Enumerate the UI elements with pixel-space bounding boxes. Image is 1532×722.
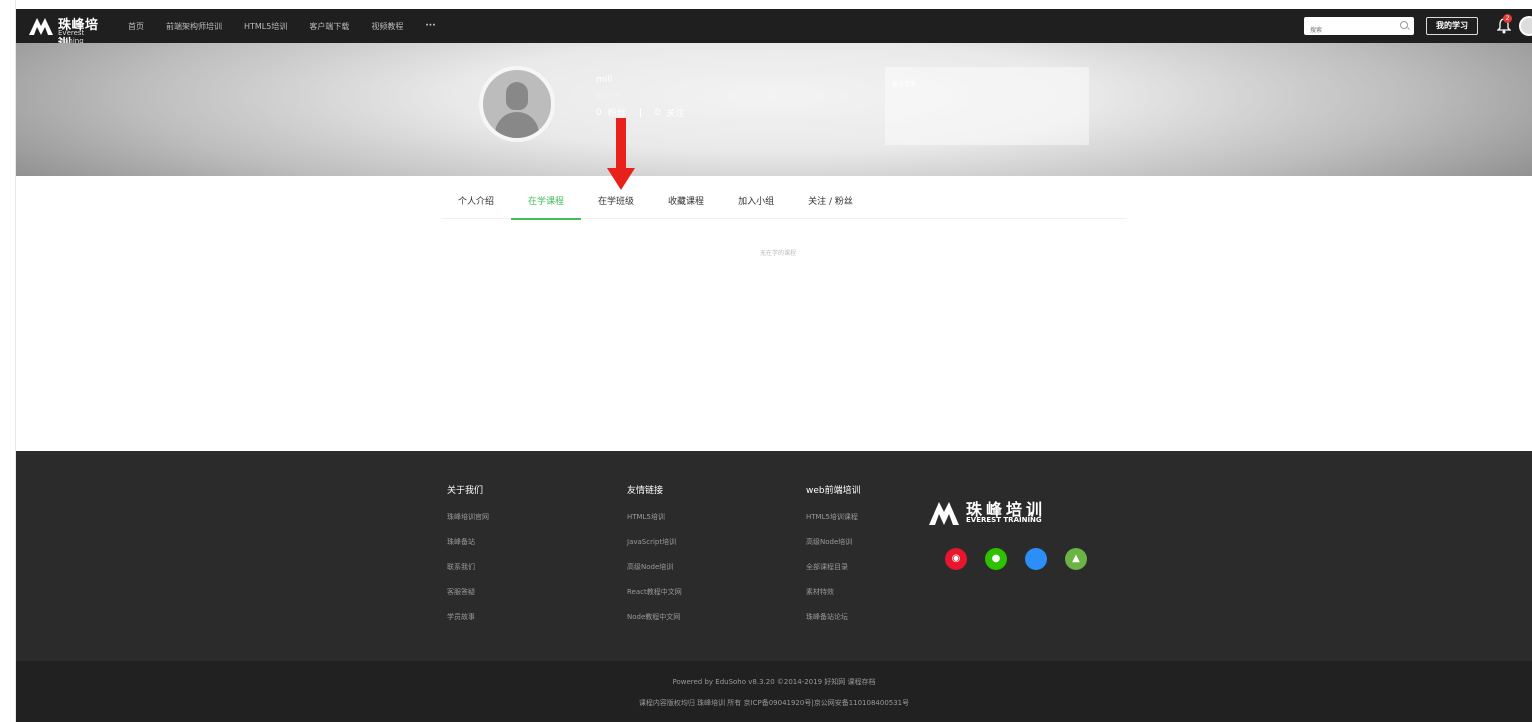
- footer-link[interactable]: 全部课程目录: [806, 562, 861, 587]
- site-logo[interactable]: 珠峰培训 Everest Traning: [28, 12, 108, 52]
- search-input[interactable]: [1304, 21, 1394, 40]
- footer-link[interactable]: HTML5培训课程: [806, 512, 861, 537]
- footer-column-about: 关于我们 珠峰培训官网 珠峰备站 联系我们 客服答疑 学员故事: [447, 483, 489, 637]
- copyright-text: 课程内容版权均归 珠峰培训 所有 京ICP备09041920号|京公网安备110…: [638, 699, 910, 707]
- footer-column-title: 关于我们: [447, 486, 484, 496]
- footer-link[interactable]: 学员故事: [447, 612, 489, 637]
- signature-box: 暂无签名: [885, 67, 1089, 145]
- nav-link-architect[interactable]: 前端架构师培训: [166, 21, 222, 32]
- footer-column-web: web前端培训 HTML5培训课程 高级Node培训 全部课程目录 素材特效 珠…: [806, 483, 861, 637]
- mountain-logo-icon: [29, 18, 53, 35]
- footer-link[interactable]: 珠峰备站论坛: [806, 612, 861, 637]
- footer-link[interactable]: 珠峰培训官网: [447, 512, 489, 537]
- nav-link-home[interactable]: 首页: [128, 21, 144, 32]
- footer-link[interactable]: 客服答疑: [447, 587, 489, 612]
- nav-link-html5[interactable]: HTML5培训: [244, 21, 287, 32]
- nav-more-button[interactable]: ···: [425, 21, 435, 31]
- follow-label[interactable]: 关注: [666, 106, 684, 119]
- footer-link[interactable]: HTML5培训: [627, 512, 682, 537]
- nav-link-client-download[interactable]: 客户端下载: [309, 21, 349, 32]
- wechat-icon[interactable]: ●: [985, 548, 1007, 570]
- notification-badge: 2: [1503, 14, 1512, 23]
- profile-title: 暂无头衔: [596, 92, 621, 99]
- mountain-logo-icon: [929, 502, 959, 525]
- weibo-icon[interactable]: ◉: [945, 548, 967, 570]
- nav-links: 首页 前端架构师培训 HTML5培训 客户端下载 视频教程 ···: [128, 9, 436, 43]
- footer-link[interactable]: Node教程中文网: [627, 612, 682, 637]
- my-study-button[interactable]: 我的学习: [1426, 17, 1478, 35]
- powered-by-text: Powered by EduSoho v8.3.20 ©2014-2019 好知…: [672, 678, 876, 686]
- footer-link[interactable]: 珠峰备站: [447, 537, 489, 562]
- footer-logo-en: EVEREST TRAINING: [966, 516, 1042, 524]
- profile-username: mili: [596, 75, 613, 85]
- tab-intro[interactable]: 个人介绍: [441, 189, 511, 219]
- search-icon[interactable]: [1400, 21, 1408, 29]
- follow-count: 0: [654, 107, 661, 118]
- apple-icon[interactable]: [1025, 548, 1047, 570]
- footer-link[interactable]: 素材特效: [806, 587, 861, 612]
- red-arrow-annotation-icon: [607, 118, 635, 190]
- profile-avatar: [479, 66, 555, 142]
- tab-learning-courses[interactable]: 在学课程: [511, 189, 582, 220]
- avatar-head-icon: [506, 82, 528, 110]
- stats-divider: [639, 107, 641, 118]
- avatar-body-icon: [495, 112, 539, 138]
- tab-follow-fans[interactable]: 关注 / 粉丝: [791, 189, 870, 219]
- top-navbar: 珠峰培训 Everest Traning 首页 前端架构师培训 HTML5培训 …: [16, 9, 1532, 52]
- footer-column-title: web前端培训: [806, 486, 861, 496]
- footer-link[interactable]: 联系我们: [447, 562, 489, 587]
- site-footer: 关于我们 珠峰培训官网 珠峰备站 联系我们 客服答疑 学员故事 友情链接 HTM…: [16, 451, 1532, 661]
- profile-banner: mili 暂无头衔 0 粉丝 0 关注 暂无签名: [16, 43, 1532, 176]
- window-top-edge: [0, 0, 1532, 9]
- footer-link[interactable]: JavaScript培训: [627, 537, 682, 562]
- nav-link-videos[interactable]: 视频教程: [371, 21, 403, 32]
- empty-courses-note: 无在学的课程: [760, 250, 797, 257]
- tab-learning-classes[interactable]: 在学班级: [581, 189, 651, 219]
- tab-favorite-courses[interactable]: 收藏课程: [651, 189, 721, 219]
- footer-column-links: 友情链接 HTML5培训 JavaScript培训 高级Node培训 React…: [627, 483, 682, 637]
- window-left-edge: [0, 0, 16, 722]
- footer-column-title: 友情链接: [627, 486, 664, 496]
- android-icon[interactable]: ▲: [1065, 548, 1087, 570]
- footer-bottom-bar: Powered by EduSoho v8.3.20 ©2014-2019 好知…: [16, 661, 1532, 722]
- browser-window: 珠峰培训 Everest Traning 首页 前端架构师培训 HTML5培训 …: [0, 0, 1532, 722]
- footer-logo: 珠峰培训 EVEREST TRAINING: [928, 496, 1078, 528]
- footer-link[interactable]: 高级Node培训: [627, 562, 682, 587]
- notification-button[interactable]: 2: [1496, 14, 1512, 34]
- footer-link[interactable]: 高级Node培训: [806, 537, 861, 562]
- profile-tabs: 个人介绍 在学课程 在学班级 收藏课程 加入小组 关注 / 粉丝: [441, 189, 1127, 220]
- fans-count: 0: [596, 107, 602, 118]
- search-box: [1304, 17, 1414, 40]
- signature-text: 暂无签名: [892, 81, 917, 88]
- footer-link[interactable]: React教程中文网: [627, 587, 682, 612]
- tab-groups[interactable]: 加入小组: [721, 189, 791, 219]
- user-avatar[interactable]: [1519, 16, 1532, 36]
